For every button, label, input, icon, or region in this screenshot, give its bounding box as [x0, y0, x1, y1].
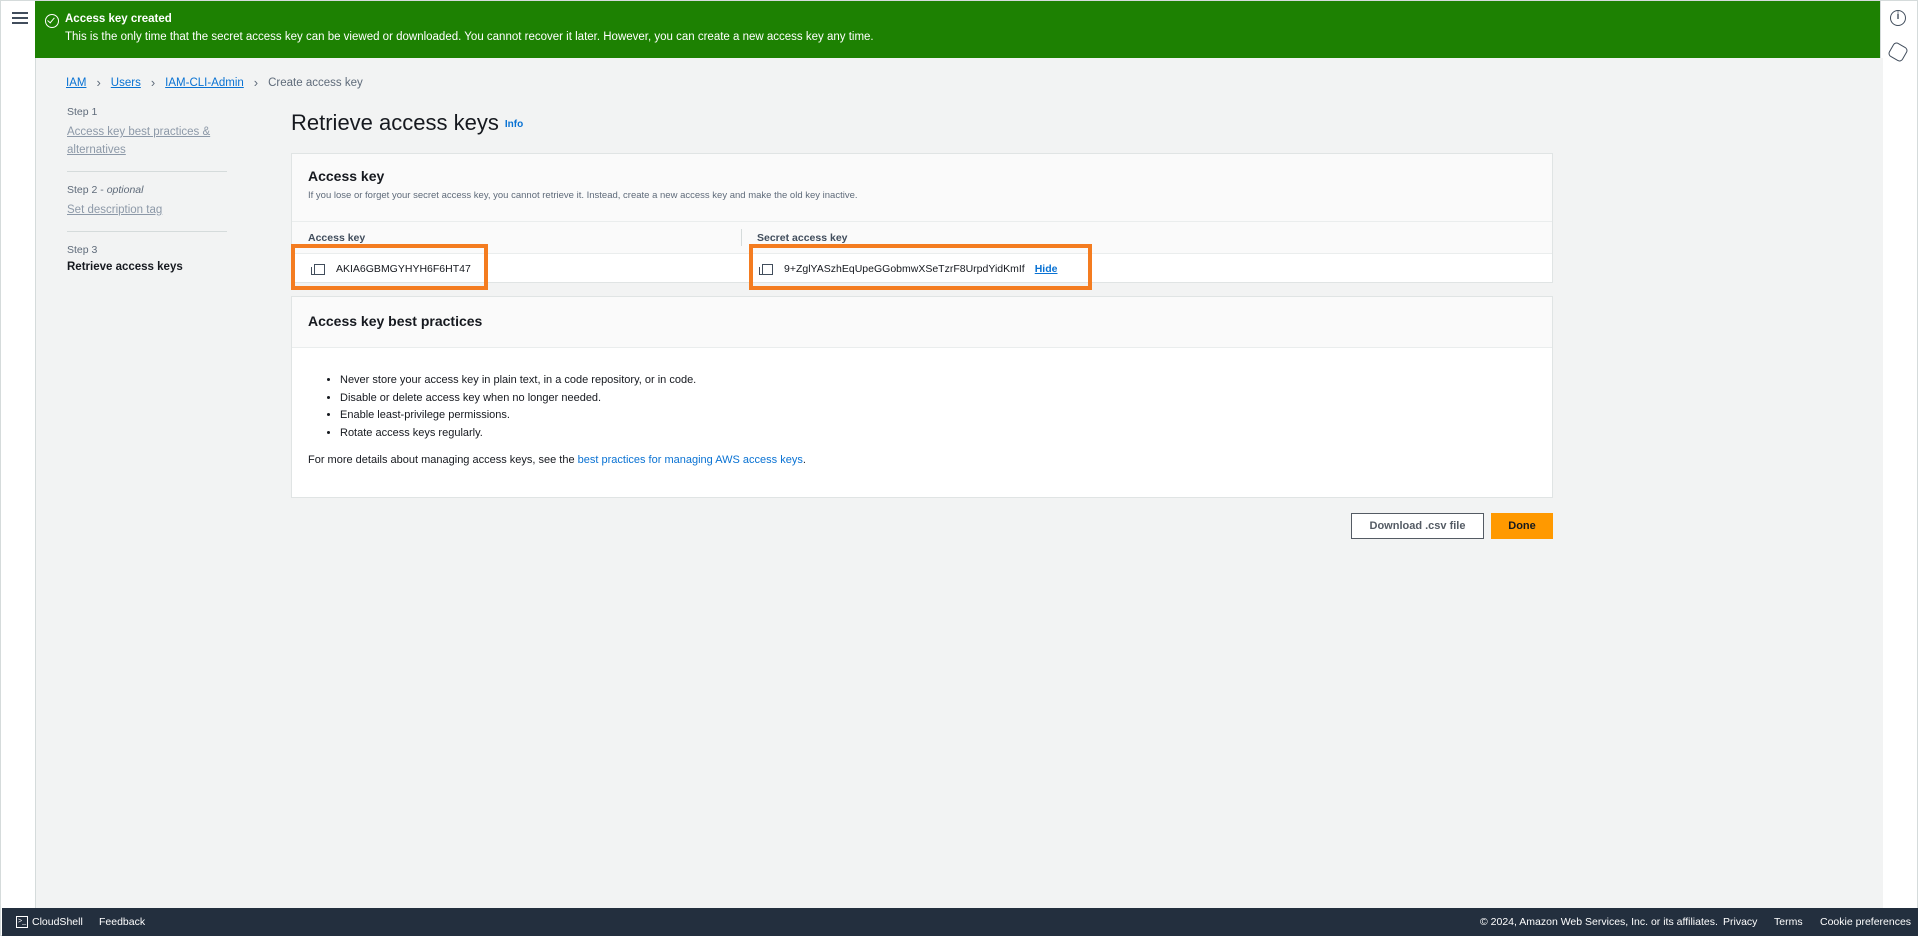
- success-flashbar: Access key created This is the only time…: [35, 1, 1883, 58]
- list-item: Never store your access key in plain tex…: [340, 372, 1552, 390]
- highlight-box-access-key: [291, 244, 488, 290]
- cloudshell-icon: >_: [16, 916, 28, 929]
- wizard-step-2: Step 2 - optional Set description tag: [67, 184, 227, 232]
- browser-frame: Access key created This is the only time…: [0, 0, 1918, 936]
- breadcrumb-users[interactable]: Users: [111, 77, 141, 89]
- download-csv-button[interactable]: Download .csv file: [1351, 513, 1484, 539]
- right-rail: i: [1880, 1, 1917, 908]
- breadcrumb-current: Create access key: [268, 76, 363, 89]
- info-circle-icon[interactable]: i: [1890, 10, 1906, 26]
- step-current: Retrieve access keys: [67, 261, 183, 273]
- step-number: Step 3: [67, 244, 98, 256]
- column-divider: [741, 229, 742, 246]
- list-item: Enable least-privilege permissions.: [340, 407, 1552, 425]
- step-link[interactable]: Access key best practices & alternatives: [67, 123, 227, 159]
- wizard-step-1: Step 1 Access key best practices & alter…: [67, 106, 227, 172]
- page-title: Retrieve access keys Info: [291, 110, 524, 135]
- copyright-text: © 2024, Amazon Web Services, Inc. or its…: [1480, 916, 1718, 928]
- left-rail: [1, 1, 36, 908]
- main-content: IAM › Users › IAM-CLI-Admin › Create acc…: [36, 58, 1883, 908]
- chevron-right-icon: ›: [150, 75, 156, 90]
- menu-icon[interactable]: [10, 9, 30, 27]
- flash-message: This is the only time that the secret ac…: [65, 31, 874, 43]
- cookie-preferences-link[interactable]: Cookie preferences: [1820, 916, 1911, 928]
- terms-link[interactable]: Terms: [1774, 916, 1803, 928]
- success-check-icon: [45, 14, 59, 28]
- wizard-steps: Step 1 Access key best practices & alter…: [67, 106, 227, 297]
- list-item: Rotate access keys regularly.: [340, 425, 1552, 443]
- cloudshell-button[interactable]: >_ CloudShell: [16, 916, 83, 929]
- step-number: Step 2 - optional: [67, 184, 144, 196]
- best-practices-list: Never store your access key in plain tex…: [292, 372, 1552, 442]
- flash-title: Access key created: [65, 13, 172, 25]
- column-header-access-key: Access key: [308, 232, 366, 244]
- panel-title: Access key: [308, 168, 385, 184]
- panel-description: If you lose or forget your secret access…: [308, 190, 858, 201]
- breadcrumb-iam[interactable]: IAM: [66, 77, 86, 89]
- breadcrumb: IAM › Users › IAM-CLI-Admin › Create acc…: [66, 75, 363, 90]
- privacy-link[interactable]: Privacy: [1723, 916, 1757, 928]
- done-button[interactable]: Done: [1491, 513, 1553, 539]
- more-details: For more details about managing access k…: [308, 454, 806, 466]
- feedback-link[interactable]: Feedback: [99, 916, 145, 928]
- settings-hex-icon[interactable]: [1887, 41, 1909, 63]
- highlight-box-secret-key: [749, 244, 1092, 290]
- step-link[interactable]: Set description tag: [67, 201, 227, 219]
- info-link[interactable]: Info: [505, 119, 523, 130]
- best-practices-panel: Access key best practices Never store yo…: [291, 296, 1553, 498]
- chevron-right-icon: ›: [253, 75, 259, 90]
- footer: >_ CloudShell Feedback © 2024, Amazon Web…: [2, 908, 1918, 936]
- breadcrumb-user[interactable]: IAM-CLI-Admin: [165, 77, 244, 89]
- best-practices-link[interactable]: best practices for managing AWS access k…: [578, 454, 803, 466]
- column-header-secret-key: Secret access key: [757, 232, 848, 244]
- panel-title: Access key best practices: [308, 313, 483, 329]
- list-item: Disable or delete access key when no lon…: [340, 390, 1552, 408]
- step-number: Step 1: [67, 106, 98, 118]
- chevron-right-icon: ›: [96, 75, 101, 90]
- wizard-step-3: Step 3 Retrieve access keys: [67, 244, 227, 285]
